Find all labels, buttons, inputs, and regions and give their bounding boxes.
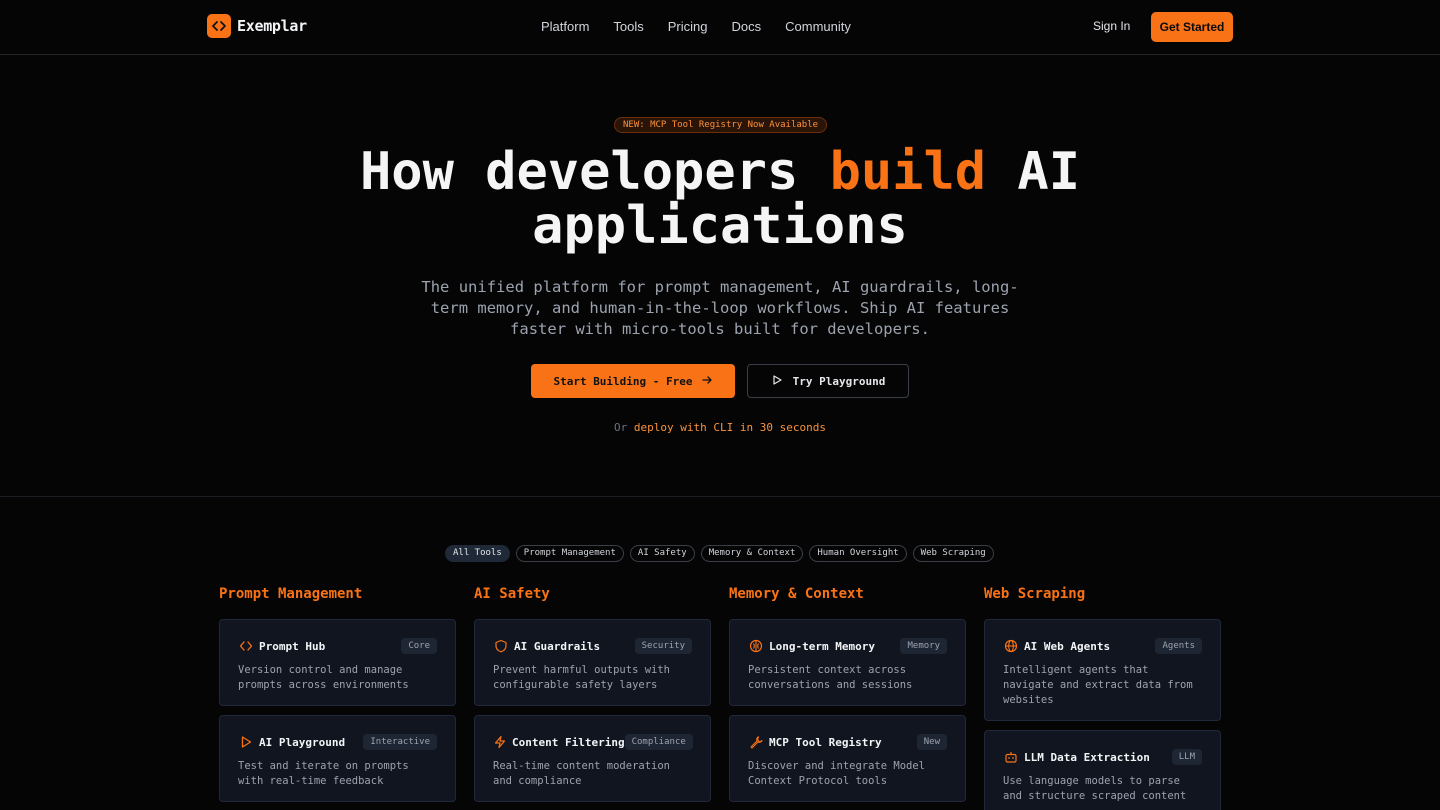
card-title: Long-term Memory: [769, 639, 875, 653]
card-description: Intelligent agents that navigate and ext…: [1003, 664, 1193, 706]
category-filters: All Tools Prompt Management AI Safety Me…: [445, 545, 994, 562]
tool-card-mcp-tool-registry[interactable]: MCP Tool Registry New Discover and integ…: [729, 715, 966, 802]
card-title: AI Web Agents: [1024, 639, 1111, 653]
play-icon: [771, 374, 783, 389]
card-description: Version control and manage prompts acros…: [238, 664, 409, 691]
card-tag: New: [916, 734, 947, 750]
card-description: Persistent context across conversations …: [748, 664, 913, 691]
brand-name: Exemplar: [237, 17, 307, 35]
category-title: AI Safety: [474, 586, 550, 602]
filter-prompt-management[interactable]: Prompt Management: [515, 545, 624, 562]
card-title: AI Playground: [259, 735, 346, 749]
code-brackets-icon: [207, 14, 231, 38]
hero-section: NEW: MCP Tool Registry Now Available How…: [0, 55, 1440, 497]
card-description: Test and iterate on prompts with real-ti…: [238, 760, 409, 787]
filter-human-oversight[interactable]: Human Oversight: [809, 545, 907, 562]
zap-icon: [493, 734, 507, 750]
nav-link-platform[interactable]: Platform: [541, 19, 589, 34]
tool-card-ai-guardrails[interactable]: AI Guardrails Security Prevent harmful o…: [474, 619, 711, 706]
category-column-web-scraping: Web Scraping AI Web Agents Agents Intell…: [984, 586, 1221, 810]
tool-card-long-term-memory[interactable]: Long-term Memory Memory Persistent conte…: [729, 619, 966, 706]
card-title: Content Filtering: [512, 735, 625, 749]
card-title: AI Guardrails: [514, 639, 601, 653]
category-title: Prompt Management: [219, 586, 363, 602]
nav-link-docs[interactable]: Docs: [732, 19, 762, 34]
card-tag: Memory: [900, 638, 947, 654]
announcement-badge[interactable]: NEW: MCP Tool Registry Now Available: [614, 117, 828, 133]
brain-icon: [748, 638, 764, 654]
hero-headline: How developers build AI applications: [0, 145, 1440, 253]
nav-link-pricing[interactable]: Pricing: [668, 19, 708, 34]
tool-card-ai-web-agents[interactable]: AI Web Agents Agents Intelligent agents …: [984, 619, 1221, 721]
category-column-ai-safety: AI Safety AI Guardrails Security Prevent…: [474, 586, 711, 802]
start-building-button[interactable]: Start Building - Free: [531, 364, 735, 398]
arrow-right-icon: [701, 374, 713, 389]
try-playground-button[interactable]: Try Playground: [747, 364, 909, 398]
card-description: Prevent harmful outputs with configurabl…: [493, 664, 671, 691]
nav-links: Platform Tools Pricing Docs Community: [541, 19, 851, 34]
filter-web-scraping[interactable]: Web Scraping: [912, 545, 994, 562]
card-title: LLM Data Extraction: [1024, 750, 1150, 764]
get-started-button[interactable]: Get Started: [1151, 12, 1233, 42]
shield-icon: [493, 638, 509, 654]
headline-part-2: AI: [986, 142, 1081, 202]
card-tag: Interactive: [363, 734, 437, 750]
filter-memory-context[interactable]: Memory & Context: [700, 545, 804, 562]
category-column-prompt-management: Prompt Management Prompt Hub Core Versio…: [219, 586, 456, 802]
filter-all-tools[interactable]: All Tools: [445, 545, 510, 562]
tool-card-content-filtering[interactable]: Content Filtering Compliance Real-time c…: [474, 715, 711, 802]
card-tag: LLM: [1171, 749, 1202, 765]
card-tag: Compliance: [624, 734, 693, 750]
tool-card-llm-data-extraction[interactable]: LLM Data Extraction LLM Use language mod…: [984, 730, 1221, 810]
category-column-memory-context: Memory & Context Long-term Memory Memory…: [729, 586, 966, 802]
deploy-cli-link[interactable]: deploy with CLI in 30 seconds: [634, 421, 826, 434]
hero-subtitle: The unified platform for prompt manageme…: [421, 278, 1019, 338]
wrench-icon: [748, 734, 764, 750]
category-title: Web Scraping: [984, 586, 1086, 602]
cli-note: Or deploy with CLI in 30 seconds: [0, 421, 1440, 434]
category-title: Memory & Context: [729, 586, 864, 602]
filter-ai-safety[interactable]: AI Safety: [629, 545, 695, 562]
card-description: Use language models to parse and structu…: [1003, 775, 1187, 802]
headline-part-1: How developers: [359, 142, 830, 202]
sign-in-link[interactable]: Sign In: [1093, 19, 1130, 33]
card-title: Prompt Hub: [259, 639, 326, 653]
card-description: Real-time content moderation and complia…: [493, 760, 671, 787]
tool-card-prompt-hub[interactable]: Prompt Hub Core Version control and mana…: [219, 619, 456, 706]
top-nav: Exemplar Platform Tools Pricing Docs Com…: [0, 0, 1440, 55]
bot-icon: [1003, 749, 1019, 765]
headline-line-2: applications: [532, 196, 908, 256]
code-icon: [238, 638, 254, 654]
globe-icon: [1003, 638, 1019, 654]
try-playground-label: Try Playground: [792, 374, 886, 388]
card-tag: Security: [634, 638, 692, 654]
card-tag: Agents: [1155, 638, 1202, 654]
card-description: Discover and integrate Model Context Pro…: [748, 760, 926, 787]
cli-prefix: Or: [614, 421, 628, 434]
headline-accent: build: [829, 142, 987, 202]
tool-card-ai-playground[interactable]: AI Playground Interactive Test and itera…: [219, 715, 456, 802]
nav-link-community[interactable]: Community: [785, 19, 851, 34]
start-building-label: Start Building - Free: [553, 374, 693, 388]
card-tag: Core: [401, 638, 437, 654]
card-title: MCP Tool Registry: [769, 735, 882, 749]
nav-link-tools[interactable]: Tools: [613, 19, 643, 34]
play-icon: [238, 734, 254, 750]
brand-logo[interactable]: Exemplar: [207, 14, 307, 38]
